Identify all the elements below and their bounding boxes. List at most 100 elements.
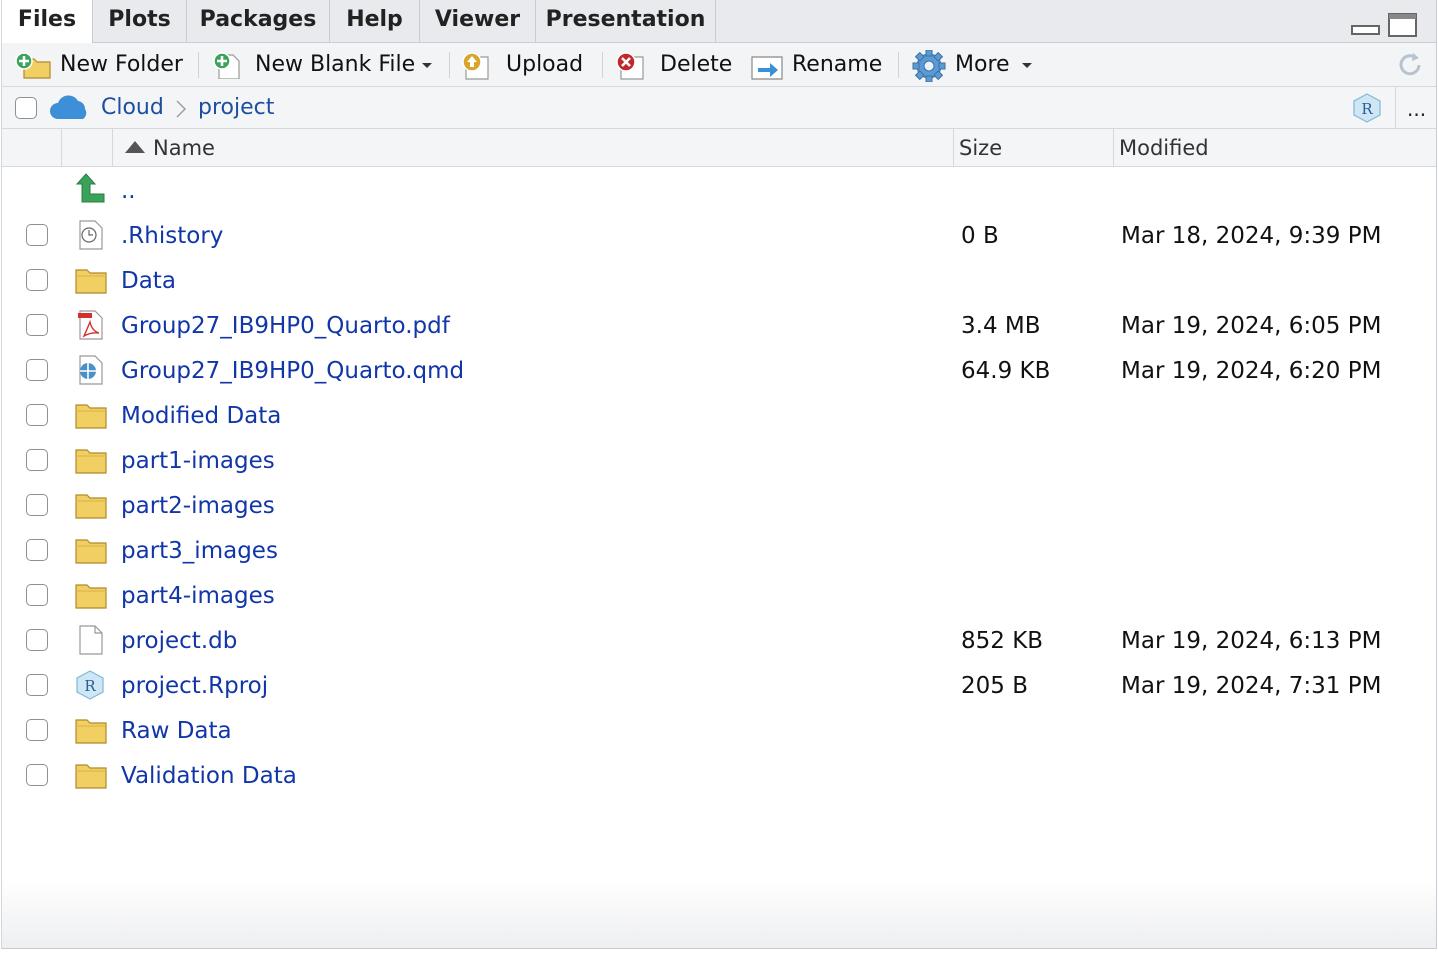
- breadcrumb-overflow-button[interactable]: ...: [1407, 87, 1426, 131]
- folder-icon: [75, 269, 107, 294]
- row-checkbox[interactable]: [26, 404, 48, 426]
- tab-help[interactable]: Help: [330, 0, 420, 42]
- file-row[interactable]: Validation Data: [2, 753, 1436, 798]
- cloud-icon: [50, 95, 87, 119]
- file-row[interactable]: Modified Data: [2, 393, 1436, 438]
- gear-icon: [912, 50, 946, 82]
- new-folder-button[interactable]: New Folder: [14, 43, 184, 86]
- row-checkbox[interactable]: [26, 674, 48, 696]
- toolbar-divider: [449, 52, 450, 78]
- file-name-link[interactable]: Modified Data: [121, 393, 281, 438]
- file-row[interactable]: Rproject.Rproj 205 B Mar 19, 2024, 7:31 PM: [2, 663, 1436, 708]
- row-checkbox[interactable]: [26, 314, 48, 336]
- files-pane: Files Plots Packages Help Viewer Present…: [1, 0, 1437, 949]
- pane-bottom-fade: [2, 880, 1436, 948]
- file-modified: Mar 19, 2024, 7:31 PM: [1121, 673, 1382, 699]
- file-row[interactable]: Data: [2, 258, 1436, 303]
- file-row[interactable]: Group27_IB9HP0_Quarto.qmd 64.9 KB Mar 19, …: [2, 348, 1436, 393]
- column-divider: [953, 129, 954, 166]
- breadcrumb-cloud[interactable]: Cloud: [101, 87, 164, 128]
- file-name-link[interactable]: part1-images: [121, 438, 275, 483]
- file-name-link[interactable]: part3_images: [121, 528, 278, 573]
- more-button[interactable]: More: [912, 43, 1037, 86]
- file-name-link[interactable]: part4-images: [121, 573, 275, 618]
- file-name-link[interactable]: Group27_IB9HP0_Quarto.pdf: [121, 303, 450, 348]
- file-row[interactable]: project.db 852 KB Mar 19, 2024, 6:13 PM: [2, 618, 1436, 663]
- chevron-right-icon: [176, 100, 187, 118]
- folder-icon: [75, 719, 107, 744]
- up-arrow-icon: [75, 173, 105, 203]
- tab-viewer[interactable]: Viewer: [420, 0, 536, 42]
- folder-icon: [75, 584, 107, 609]
- breadcrumb-project[interactable]: project: [198, 87, 274, 128]
- row-checkbox[interactable]: [26, 359, 48, 381]
- row-checkbox[interactable]: [26, 584, 48, 606]
- file-row[interactable]: part3_images: [2, 528, 1436, 573]
- parent-directory-link[interactable]: ..: [121, 168, 136, 213]
- delete-button[interactable]: Delete: [613, 43, 738, 86]
- new-blank-file-label: New Blank File: [255, 52, 416, 77]
- file-name-link[interactable]: part2-images: [121, 483, 275, 528]
- maximize-pane-icon[interactable]: [1387, 12, 1419, 38]
- file-name-link[interactable]: Raw Data: [121, 708, 232, 753]
- row-checkbox[interactable]: [26, 269, 48, 291]
- rename-button[interactable]: Rename: [750, 43, 890, 86]
- file-row[interactable]: part2-images: [2, 483, 1436, 528]
- row-checkbox[interactable]: [26, 494, 48, 516]
- row-checkbox[interactable]: [26, 539, 48, 561]
- row-checkbox[interactable]: [26, 224, 48, 246]
- rproj-file-icon: R: [76, 670, 104, 700]
- upload-label: Upload: [506, 52, 584, 77]
- folder-icon: [75, 494, 107, 519]
- tab-plots[interactable]: Plots: [93, 0, 187, 42]
- row-checkbox[interactable]: [26, 629, 48, 651]
- tab-presentation[interactable]: Presentation: [536, 0, 716, 42]
- file-row[interactable]: part1-images: [2, 438, 1436, 483]
- row-checkbox[interactable]: [26, 719, 48, 741]
- new-file-icon: [213, 52, 240, 79]
- file-name-link[interactable]: Data: [121, 258, 176, 303]
- name-column-header[interactable]: Name: [122, 129, 952, 166]
- tab-packages[interactable]: Packages: [187, 0, 330, 42]
- file-name-link[interactable]: Validation Data: [121, 753, 297, 798]
- history-file-icon: [79, 220, 103, 250]
- folder-icon: [75, 764, 107, 789]
- file-size: 0 B: [961, 223, 999, 249]
- file-name-link[interactable]: Group27_IB9HP0_Quarto.qmd: [121, 348, 464, 393]
- toolbar-divider: [198, 52, 199, 78]
- row-checkbox[interactable]: [26, 449, 48, 471]
- rproj-icon[interactable]: R: [1351, 92, 1383, 124]
- delete-label: Delete: [660, 52, 733, 77]
- file-row[interactable]: part4-images: [2, 573, 1436, 618]
- file-size: 205 B: [961, 673, 1028, 699]
- chevron-down-icon: [422, 63, 432, 68]
- name-column-label: Name: [153, 136, 215, 160]
- tab-files[interactable]: Files: [2, 0, 93, 43]
- new-blank-file-button[interactable]: New Blank File: [209, 43, 439, 86]
- new-folder-icon: [15, 52, 51, 79]
- minimize-pane-icon[interactable]: [1351, 14, 1381, 36]
- modified-column-header[interactable]: Modified: [1119, 129, 1419, 166]
- rename-icon: [751, 56, 783, 80]
- file-modified: Mar 19, 2024, 6:20 PM: [1121, 358, 1382, 384]
- svg-text:R: R: [84, 677, 96, 695]
- refresh-icon[interactable]: [1395, 50, 1425, 80]
- parent-directory-row[interactable]: ..: [2, 168, 1436, 213]
- size-column-header[interactable]: Size: [959, 129, 1109, 166]
- upload-icon: [462, 52, 489, 80]
- file-size: 64.9 KB: [961, 358, 1051, 384]
- file-row[interactable]: .Rhistory 0 B Mar 18, 2024, 9:39 PM: [2, 213, 1436, 258]
- more-label: More: [955, 52, 1010, 77]
- file-name-link[interactable]: project.Rproj: [121, 663, 268, 708]
- file-row[interactable]: Raw Data: [2, 708, 1436, 753]
- file-row[interactable]: Group27_IB9HP0_Quarto.pdf 3.4 MB Mar 19, 2…: [2, 303, 1436, 348]
- files-toolbar: New Folder New Blank File Upload Delete …: [2, 43, 1436, 87]
- file-name-link[interactable]: project.db: [121, 618, 237, 663]
- row-checkbox[interactable]: [26, 764, 48, 786]
- file-modified: Mar 19, 2024, 6:05 PM: [1121, 313, 1382, 339]
- file-icon: [79, 625, 103, 655]
- file-size: 3.4 MB: [961, 313, 1041, 339]
- file-name-link[interactable]: .Rhistory: [121, 213, 223, 258]
- select-all-checkbox[interactable]: [15, 97, 37, 119]
- upload-button[interactable]: Upload: [460, 43, 590, 86]
